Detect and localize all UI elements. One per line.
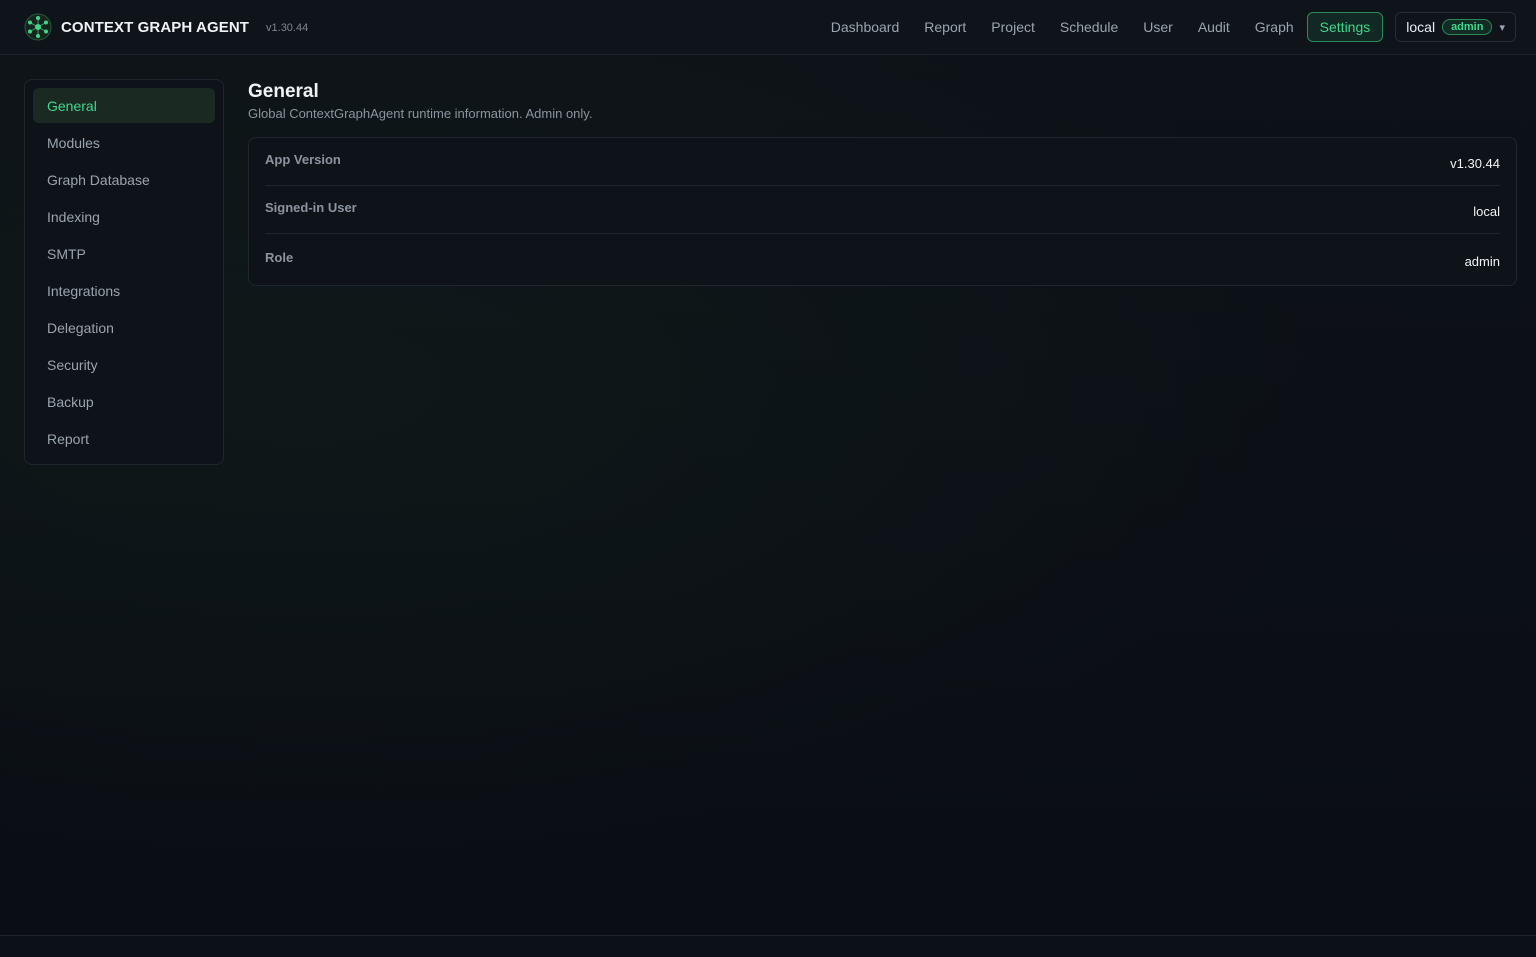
sidebar-item-modules[interactable]: Modules <box>33 125 215 160</box>
sidebar-item-delegation[interactable]: Delegation <box>33 310 215 345</box>
sidebar-item-indexing[interactable]: Indexing <box>33 199 215 234</box>
nav-audit[interactable]: Audit <box>1186 13 1242 41</box>
network-graph-icon <box>24 13 52 41</box>
nav-user[interactable]: User <box>1131 13 1185 41</box>
footer-bar <box>0 935 1536 957</box>
user-menu-dropdown[interactable]: local admin ▾ <box>1395 12 1516 42</box>
info-row-signed-in-user: Signed-in User local <box>265 186 1500 234</box>
top-navbar: CONTEXT GRAPH AGENT v1.30.44 Dashboard R… <box>0 0 1536 55</box>
info-value: v1.30.44 <box>1450 156 1500 171</box>
app-title: CONTEXT GRAPH AGENT <box>61 18 250 36</box>
page-title: General <box>248 81 319 102</box>
nav-settings[interactable]: Settings <box>1306 12 1384 42</box>
info-value: local <box>1473 204 1500 219</box>
page-subtitle: Global ContextGraphAgent runtime informa… <box>248 106 593 121</box>
chevron-down-icon: ▾ <box>1499 21 1505 34</box>
nav-project[interactable]: Project <box>979 13 1047 41</box>
user-name: local <box>1406 19 1436 35</box>
nav-report[interactable]: Report <box>912 13 978 41</box>
runtime-info-card: App Version v1.30.44 Signed-in User loca… <box>248 137 1517 286</box>
app-version: v1.30.44 <box>266 22 309 34</box>
nav-dashboard[interactable]: Dashboard <box>819 13 912 41</box>
settings-sidebar: General Modules Graph Database Indexing … <box>24 79 224 465</box>
info-label: Role <box>265 250 294 265</box>
info-value: admin <box>1464 254 1500 269</box>
sidebar-item-integrations[interactable]: Integrations <box>33 273 215 308</box>
main-nav: Dashboard Report Project Schedule User A… <box>818 12 1516 42</box>
sidebar-item-security[interactable]: Security <box>33 347 215 382</box>
brand[interactable]: CONTEXT GRAPH AGENT v1.30.44 <box>24 13 308 41</box>
app-root: CONTEXT GRAPH AGENT v1.30.44 Dashboard R… <box>0 0 1536 957</box>
info-row-app-version: App Version v1.30.44 <box>265 138 1500 186</box>
sidebar-item-graph-database[interactable]: Graph Database <box>33 162 215 197</box>
sidebar-item-general[interactable]: General <box>33 88 215 123</box>
nav-graph[interactable]: Graph <box>1243 13 1306 41</box>
sidebar-item-report[interactable]: Report <box>33 421 215 456</box>
sidebar-item-backup[interactable]: Backup <box>33 384 215 419</box>
info-label: App Version <box>265 152 341 167</box>
info-label: Signed-in User <box>265 200 357 215</box>
sidebar-item-smtp[interactable]: SMTP <box>33 236 215 271</box>
role-badge: admin <box>1442 19 1493 35</box>
nav-schedule[interactable]: Schedule <box>1048 13 1130 41</box>
info-row-role: Role admin <box>265 234 1500 285</box>
settings-content: General Global ContextGraphAgent runtime… <box>248 80 1517 286</box>
